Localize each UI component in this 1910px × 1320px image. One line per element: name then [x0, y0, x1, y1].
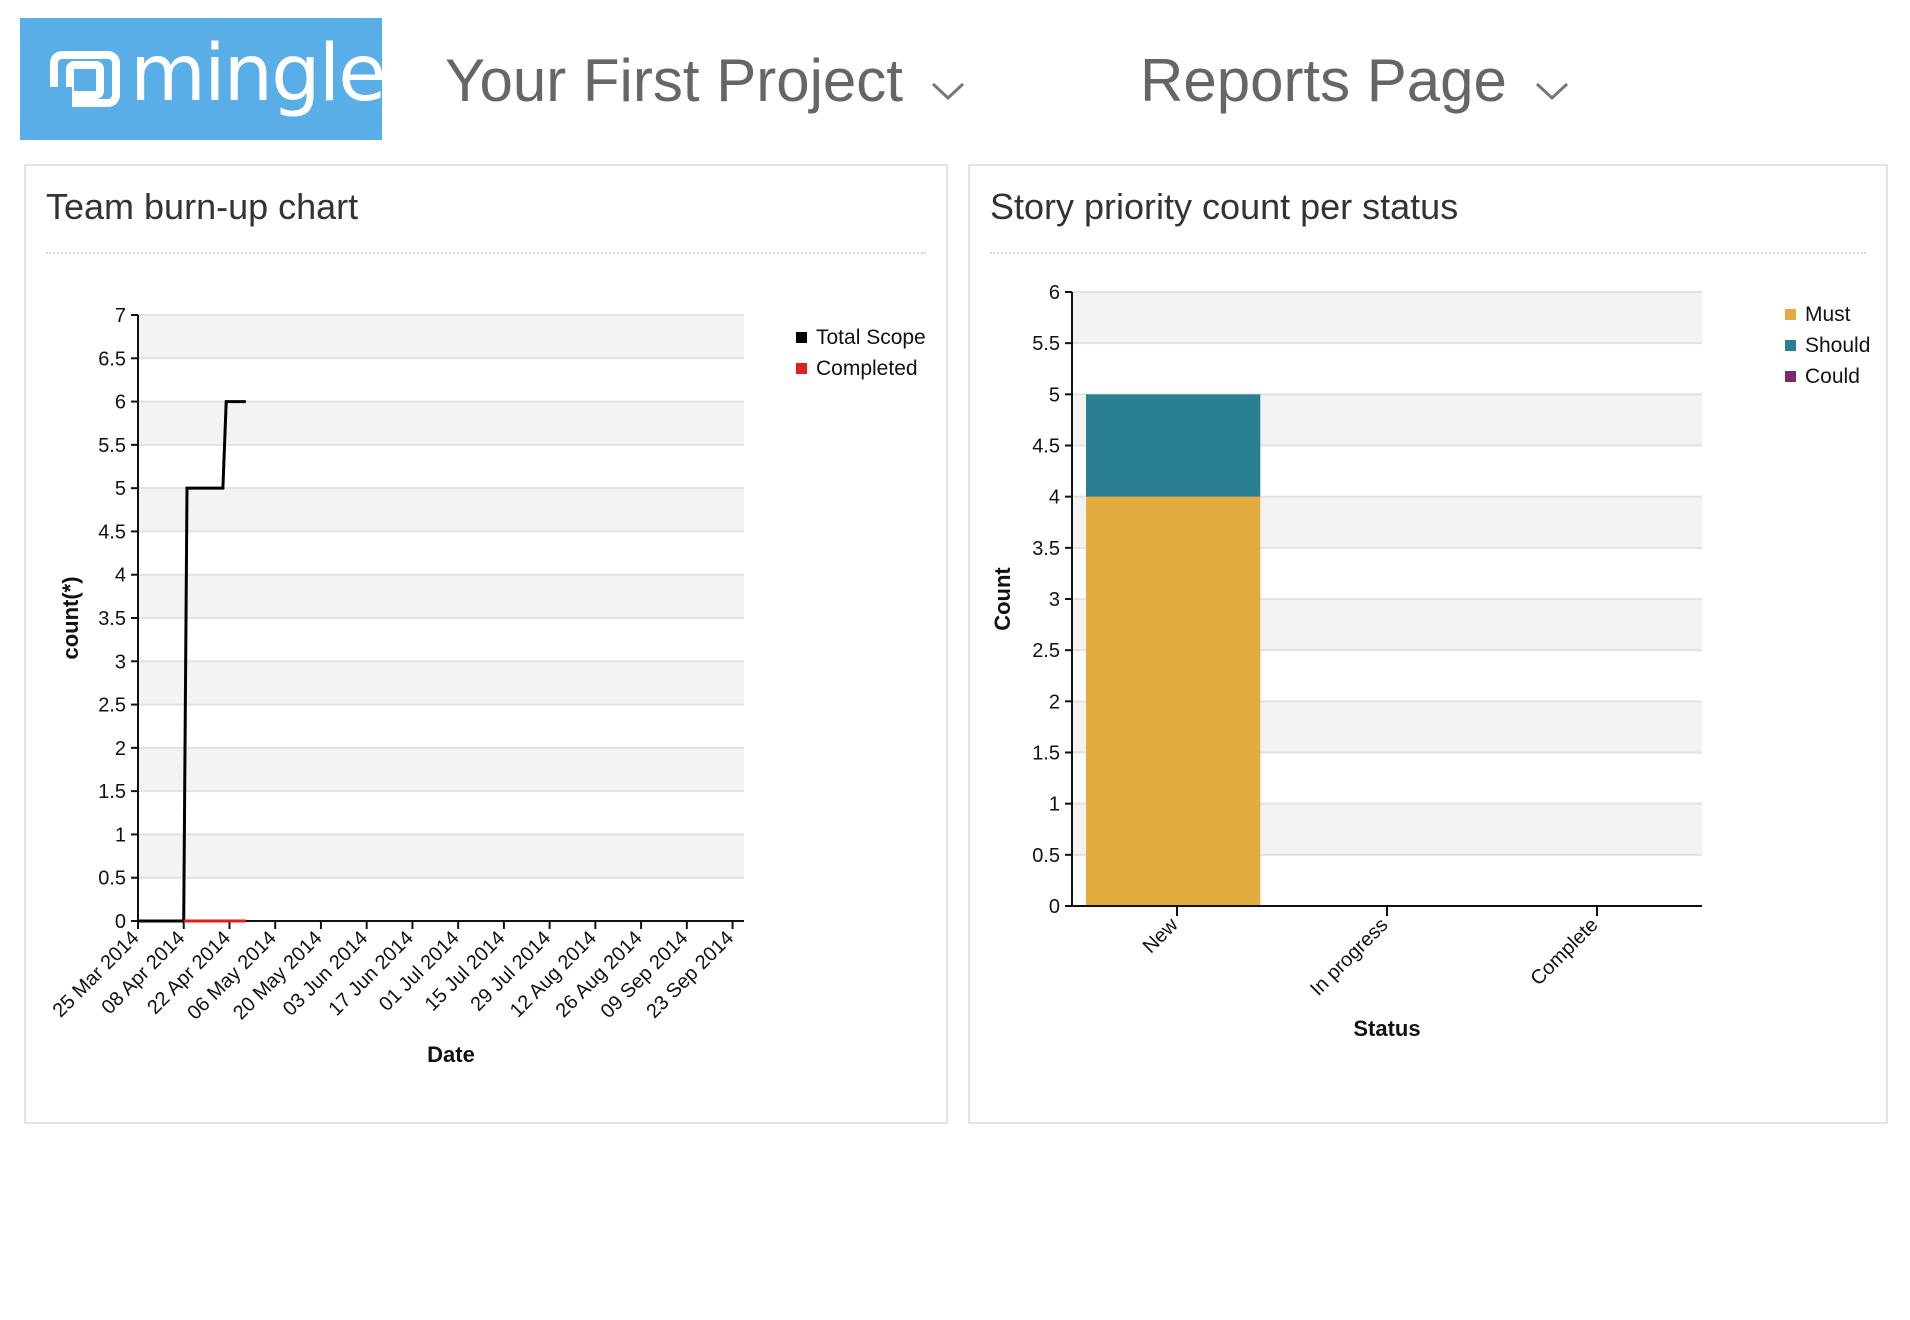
y-tick-label: 1	[115, 824, 126, 846]
y-tick-label: 3	[1049, 589, 1060, 611]
legend-label: Total Scope	[816, 326, 926, 349]
bar-segment	[1086, 496, 1261, 906]
y-tick-label: 4.5	[98, 521, 126, 543]
burnup-chart: 00.511.522.533.544.555.566.5725 Mar 2014…	[49, 305, 926, 1067]
grid-band	[138, 661, 744, 705]
x-tick-label: New	[1139, 914, 1183, 958]
y-tick-label: 5.5	[98, 435, 126, 457]
project-dropdown[interactable]: Your First Project	[445, 40, 965, 120]
y-tick-label: 0.5	[1032, 845, 1060, 867]
y-tick-label: 1.5	[98, 781, 126, 803]
chevron-down-icon	[931, 46, 965, 115]
page-label: Reports Page	[1140, 46, 1507, 114]
legend-swatch	[1785, 371, 1796, 382]
mingle-logo[interactable]: mingle®	[20, 18, 396, 140]
legend-swatch	[1785, 340, 1796, 351]
y-axis-title: Count	[990, 567, 1015, 631]
y-tick-label: 6.5	[98, 348, 126, 370]
y-tick-label: 1	[1049, 794, 1060, 816]
page-dropdown[interactable]: Reports Page	[1140, 40, 1569, 120]
grid-band	[138, 488, 744, 532]
project-label: Your First Project	[445, 46, 903, 114]
y-tick-label: 5.5	[1032, 333, 1060, 355]
y-tick-label: 2	[1049, 691, 1060, 713]
legend-swatch	[1785, 309, 1796, 320]
y-tick-label: 3.5	[98, 608, 126, 630]
burnup-chart-panel: Team burn-up chart 0 0.5 1 1.5 2 2.5 3 3.5 4 4.5 5…	[24, 164, 948, 1124]
y-tick-label: 5	[1049, 384, 1060, 406]
priority-chart: 0 0.5 1 1.5 2 2.5 3 3.5 4 4.5 5 5.5 6 New In progress C…	[990, 282, 1870, 1041]
y-axis-title: count(*)	[58, 576, 83, 659]
x-axis-title: Date	[427, 1042, 475, 1067]
grid-band	[1072, 292, 1702, 344]
priority-chart-panel: Story priority count per status 0 0.5 1 1.5…	[968, 164, 1888, 1124]
legend-label: Should	[1805, 334, 1870, 357]
grid-band	[138, 401, 744, 445]
chevron-down-icon	[1535, 46, 1569, 115]
grid-band	[138, 834, 744, 878]
y-tick-label: 6	[1049, 282, 1060, 304]
y-tick-label: 0.5	[98, 868, 126, 890]
mingle-logo-icon	[50, 51, 120, 107]
y-tick-label: 4	[1049, 487, 1060, 509]
legend-swatch	[796, 332, 807, 343]
y-tick-label: 3	[115, 651, 126, 673]
y-tick-label: 2.5	[98, 695, 126, 717]
y-tick-label: 2.5	[1032, 640, 1060, 662]
y-tick-label: 1.5	[1032, 743, 1060, 765]
y-tick-label: 4	[115, 565, 126, 587]
y-tick-label: 5	[115, 478, 126, 500]
y-tick-label: 6	[115, 392, 126, 414]
grid-band	[138, 574, 744, 618]
x-tick-label: Complete	[1526, 914, 1602, 990]
y-tick-label: 7	[115, 305, 126, 327]
grid-band	[138, 747, 744, 792]
y-tick-label: 0	[1049, 896, 1060, 918]
legend-label: Could	[1805, 365, 1860, 388]
legend-label: Must	[1805, 303, 1851, 326]
y-tick-label: 2	[115, 738, 126, 760]
legend-swatch	[796, 363, 807, 374]
logo-text: mingle®	[130, 29, 396, 119]
y-tick-label: 4.5	[1032, 436, 1060, 458]
bar-segment	[1086, 394, 1261, 497]
x-axis-title: Status	[1353, 1016, 1420, 1041]
y-tick-label: 3.5	[1032, 538, 1060, 560]
grid-band	[138, 315, 744, 359]
x-tick-label: In progress	[1306, 914, 1392, 1000]
legend-label: Completed	[816, 357, 918, 380]
